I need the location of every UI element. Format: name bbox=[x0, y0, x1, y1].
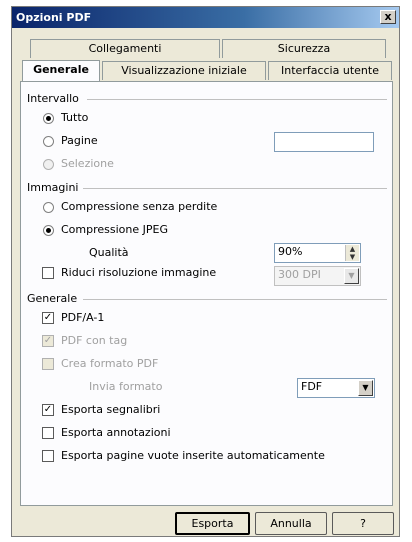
tab-visualizzazione-iniziale[interactable]: Visualizzazione iniziale bbox=[102, 61, 266, 80]
checkbox-tagged-pdf[interactable]: ✓ bbox=[42, 335, 54, 347]
section-divider bbox=[83, 299, 387, 300]
submit-format-select[interactable]: FDF ▼ bbox=[297, 378, 375, 398]
chevron-down-icon[interactable]: ▼ bbox=[344, 268, 359, 284]
create-form-label: Crea formato PDF bbox=[61, 357, 159, 370]
radio-jpeg-label: Compressione JPEG bbox=[61, 223, 168, 236]
checkbox-create-form[interactable] bbox=[42, 358, 54, 370]
checkbox-export-empty-pages[interactable] bbox=[42, 450, 54, 462]
checkbox-export-notes[interactable] bbox=[42, 427, 54, 439]
radio-jpeg[interactable] bbox=[43, 225, 54, 236]
tab-generale[interactable]: Generale bbox=[22, 60, 100, 81]
radio-lossless[interactable] bbox=[43, 202, 54, 213]
pdf-options-dialog: Opzioni PDF x Collegamenti Sicurezza Gen… bbox=[11, 6, 400, 537]
checkbox-reduce-resolution[interactable] bbox=[42, 267, 54, 279]
close-button[interactable]: x bbox=[380, 10, 396, 24]
submit-format-label: Invia formato bbox=[89, 380, 163, 393]
section-divider bbox=[87, 99, 387, 100]
section-divider bbox=[83, 188, 387, 189]
checkbox-pdfa[interactable]: ✓ bbox=[42, 312, 54, 324]
radio-tutto-label: Tutto bbox=[61, 111, 89, 124]
chevron-down-icon[interactable]: ▼ bbox=[358, 380, 373, 396]
tab-interfaccia-utente[interactable]: Interfaccia utente bbox=[268, 61, 392, 80]
pages-input[interactable] bbox=[274, 132, 374, 152]
pdfa-label: PDF/A-1 bbox=[61, 311, 105, 324]
tab-sicurezza[interactable]: Sicurezza bbox=[222, 39, 386, 58]
export-bookmarks-label: Esporta segnalibri bbox=[61, 403, 161, 416]
radio-selezione-label: Selezione bbox=[61, 157, 114, 170]
export-button[interactable]: Esporta bbox=[175, 512, 250, 535]
tagged-pdf-label: PDF con tag bbox=[61, 334, 128, 347]
radio-pagine[interactable] bbox=[43, 136, 54, 147]
help-button[interactable]: ? bbox=[332, 512, 394, 535]
dpi-value: 300 DPI bbox=[278, 268, 321, 281]
spin-arrows-icon[interactable]: ▲ ▼ bbox=[345, 245, 359, 261]
tab-collegamenti[interactable]: Collegamenti bbox=[30, 39, 220, 58]
export-empty-pages-label: Esporta pagine vuote inserite automatica… bbox=[61, 449, 325, 462]
submit-format-value: FDF bbox=[301, 380, 323, 393]
dpi-select[interactable]: 300 DPI ▼ bbox=[274, 266, 361, 286]
checkbox-export-bookmarks[interactable]: ✓ bbox=[42, 404, 54, 416]
radio-selezione[interactable] bbox=[43, 159, 54, 170]
window-title: Opzioni PDF bbox=[16, 11, 92, 24]
quality-label: Qualità bbox=[89, 246, 129, 259]
reduce-resolution-label: Riduci risoluzione immagine bbox=[61, 266, 217, 279]
radio-tutto[interactable] bbox=[43, 113, 54, 124]
export-notes-label: Esporta annotazioni bbox=[61, 426, 171, 439]
general-panel: Intervallo Tutto Pagine Selezione Immagi… bbox=[20, 81, 393, 506]
radio-lossless-label: Compressione senza perdite bbox=[61, 200, 218, 213]
quality-value: 90% bbox=[278, 245, 303, 258]
radio-pagine-label: Pagine bbox=[61, 134, 98, 147]
quality-spinbox[interactable]: 90% ▲ ▼ bbox=[274, 243, 361, 263]
section-intervallo-label: Intervallo bbox=[27, 92, 79, 105]
title-bar: Opzioni PDF x bbox=[12, 7, 399, 28]
cancel-button[interactable]: Annulla bbox=[255, 512, 327, 535]
section-immagini-label: Immagini bbox=[27, 181, 79, 194]
section-generale-label: Generale bbox=[27, 292, 78, 305]
